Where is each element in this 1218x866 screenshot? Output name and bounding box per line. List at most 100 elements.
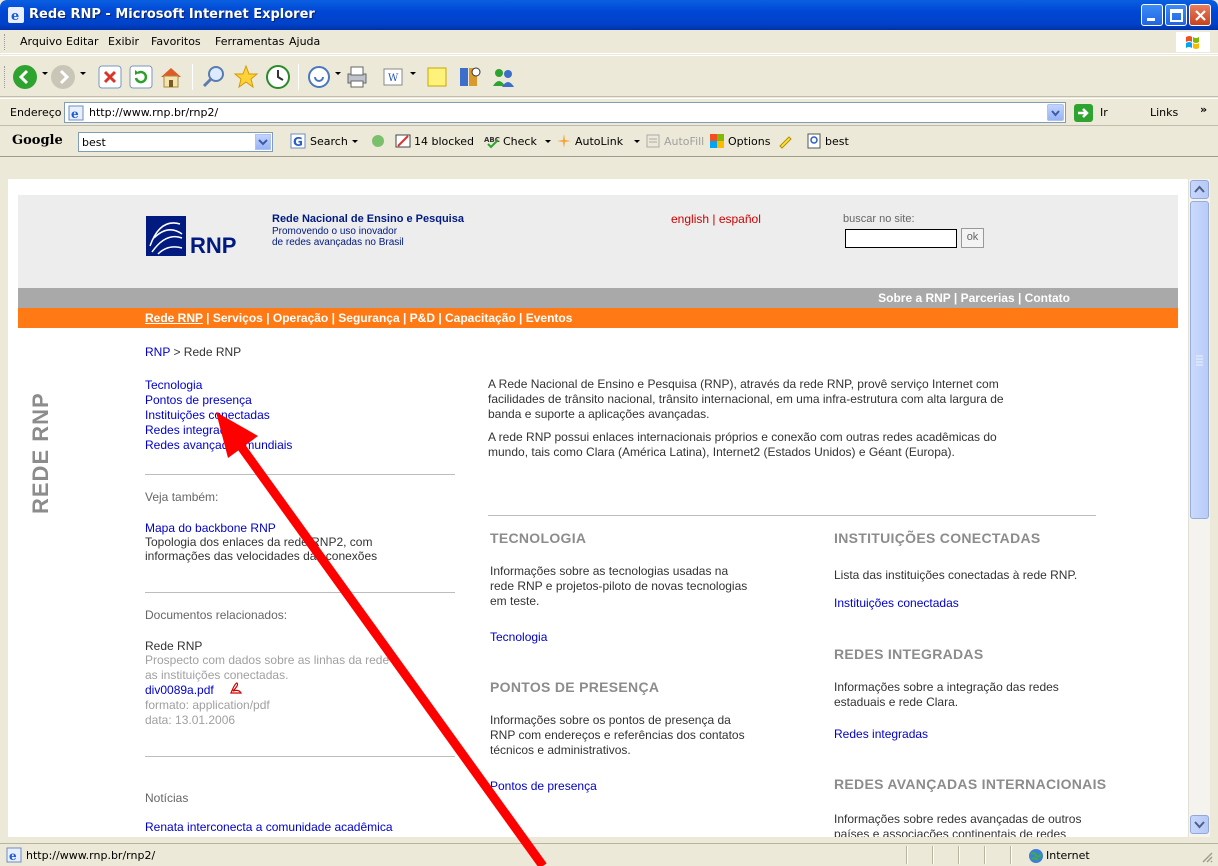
doc-file-link[interactable]: div0089a.pdf xyxy=(145,683,214,697)
mail-dropdown[interactable] xyxy=(335,72,341,75)
backbone-map-link[interactable]: Mapa do backbone RNP xyxy=(145,521,276,535)
status-divider xyxy=(984,846,986,864)
home-icon[interactable] xyxy=(158,64,184,90)
web-page-viewport[interactable]: RNP Rede Nacional de Ensino e Pesquisa P… xyxy=(8,179,1188,837)
site-search-input[interactable] xyxy=(845,229,957,248)
resize-grip-icon[interactable] xyxy=(1200,850,1214,864)
left-link-instituicoes[interactable]: Instituições conectadas xyxy=(145,408,270,422)
tagline-line-2: de redes avançadas no Brasil xyxy=(272,237,404,248)
word-find-icon[interactable] xyxy=(806,133,822,149)
menu-ajuda[interactable]: Ajuda xyxy=(289,35,320,48)
maximize-icon xyxy=(1170,9,1183,22)
forward-icon[interactable] xyxy=(50,64,76,90)
menu-ferramentas[interactable]: Ferramentas xyxy=(215,35,284,48)
spell-check-button[interactable]: Check xyxy=(503,135,537,148)
address-value: http://www.rnp.br/rnp2/ xyxy=(89,106,219,119)
intro-p1-line-3: banda e suporte a aplicações avançadas. xyxy=(488,407,710,421)
language-switch: english | español xyxy=(671,212,761,226)
thumb-grip-icon xyxy=(1196,355,1203,366)
toolbar-separator xyxy=(298,64,299,90)
avancadas-title: REDES AVANÇADAS INTERNACIONAIS xyxy=(834,776,1107,792)
popup-blocked-count[interactable]: 14 blocked xyxy=(414,135,474,148)
minimize-button[interactable] xyxy=(1141,4,1163,26)
favorites-star-icon[interactable] xyxy=(233,64,259,90)
pagerank-icon[interactable] xyxy=(370,133,386,149)
edit-word-icon[interactable]: W xyxy=(380,64,406,90)
menu-favoritos[interactable]: Favoritos xyxy=(151,35,201,48)
autolink-icon[interactable] xyxy=(556,133,572,149)
news-item-link[interactable]: Renata interconecta a comunidade acadêmi… xyxy=(145,820,393,834)
check-dropdown[interactable] xyxy=(545,140,551,143)
ie-icon: e xyxy=(8,7,24,23)
mail-icon[interactable] xyxy=(306,64,332,90)
back-dropdown[interactable] xyxy=(42,72,48,75)
refresh-icon[interactable] xyxy=(128,64,154,90)
close-button[interactable] xyxy=(1189,4,1211,26)
menu-exibir[interactable]: Exibir xyxy=(108,35,139,48)
nav-other-sections[interactable]: | Serviços | Operação | Segurança | P&D … xyxy=(203,311,572,325)
google-logo[interactable]: Google xyxy=(12,133,63,148)
left-link-redes-integradas[interactable]: Redes integradas xyxy=(145,423,239,437)
highlighter-icon[interactable] xyxy=(777,133,793,149)
chevron-down-icon xyxy=(258,139,268,146)
scroll-up-button[interactable] xyxy=(1190,180,1209,199)
menu-editar[interactable]: Editar xyxy=(66,35,99,48)
address-input[interactable]: e http://www.rnp.br/rnp2/ xyxy=(64,102,1066,123)
rnp-logo[interactable]: RNP xyxy=(146,216,256,258)
pontos-link[interactable]: Pontos de presença xyxy=(490,779,597,793)
vertical-scrollbar[interactable] xyxy=(1188,179,1210,837)
links-toolbar-label[interactable]: Links xyxy=(1150,106,1178,119)
doc-format: formato: application/pdf xyxy=(145,698,270,712)
forward-dropdown[interactable] xyxy=(80,72,86,75)
history-icon[interactable] xyxy=(265,64,291,90)
edit-dropdown[interactable] xyxy=(410,72,416,75)
back-icon[interactable] xyxy=(12,64,38,90)
stop-icon[interactable] xyxy=(97,64,123,90)
left-link-pontos-presenca[interactable]: Pontos de presença xyxy=(145,393,252,407)
toolbar-grip[interactable] xyxy=(4,66,7,88)
autolink-dropdown[interactable] xyxy=(634,140,640,143)
instituicoes-link[interactable]: Instituições conectadas xyxy=(834,596,959,610)
chevron-down-icon xyxy=(1194,821,1205,829)
menu-arquivo[interactable]: Arquivo xyxy=(20,35,62,48)
chevron-more-icon[interactable]: » xyxy=(1200,103,1207,116)
tecnologia-desc-3: em teste. xyxy=(490,594,540,608)
research-icon[interactable] xyxy=(457,64,483,90)
svg-text:e: e xyxy=(9,849,17,863)
go-button[interactable]: Ir xyxy=(1073,103,1133,123)
search-icon[interactable] xyxy=(201,64,227,90)
google-search-input[interactable]: best xyxy=(78,132,273,152)
popup-blocker-icon[interactable] xyxy=(395,133,411,149)
options-button[interactable]: Options xyxy=(728,135,770,148)
google-search-button[interactable]: Search xyxy=(310,135,348,148)
breadcrumb-rnp-link[interactable]: RNP xyxy=(145,345,170,359)
autofill-button[interactable]: AutoFill xyxy=(664,135,704,148)
google-dropdown-button[interactable] xyxy=(255,134,271,150)
autofill-icon[interactable] xyxy=(645,133,661,149)
spell-check-icon[interactable]: ABC xyxy=(484,133,500,149)
word-find-button[interactable]: best xyxy=(825,135,849,148)
lang-english-link[interactable]: english xyxy=(671,212,709,226)
left-link-redes-avancadas[interactable]: Redes avançadas mundiais xyxy=(145,438,292,452)
left-link-tecnologia[interactable]: Tecnologia xyxy=(145,378,202,392)
discuss-note-icon[interactable] xyxy=(424,64,450,90)
print-icon[interactable] xyxy=(344,64,370,90)
google-search-dropdown[interactable] xyxy=(352,140,358,143)
scroll-down-button[interactable] xyxy=(1190,815,1209,834)
site-search-ok-button[interactable]: ok xyxy=(961,228,984,248)
toolbar-grip[interactable] xyxy=(4,34,7,50)
tecnologia-link[interactable]: Tecnologia xyxy=(490,630,547,644)
integradas-link[interactable]: Redes integradas xyxy=(834,727,928,741)
maximize-button[interactable] xyxy=(1165,4,1187,26)
autolink-button[interactable]: AutoLink xyxy=(575,135,623,148)
status-url: http://www.rnp.br/rnp2/ xyxy=(26,849,156,862)
address-dropdown-button[interactable] xyxy=(1047,104,1064,121)
title-bar[interactable]: e Rede RNP - Microsoft Internet Explorer xyxy=(0,0,1218,30)
messenger-icon[interactable] xyxy=(490,64,516,90)
nav-rede-rnp[interactable]: Rede RNP xyxy=(145,311,203,325)
options-icon[interactable] xyxy=(709,133,725,149)
top-nav-links[interactable]: Sobre a RNP | Parcerias | Contato xyxy=(878,291,1070,305)
lang-espanol-link[interactable]: español xyxy=(719,212,761,226)
scrollbar-thumb[interactable] xyxy=(1190,201,1209,519)
google-search-icon[interactable]: G xyxy=(290,133,306,149)
